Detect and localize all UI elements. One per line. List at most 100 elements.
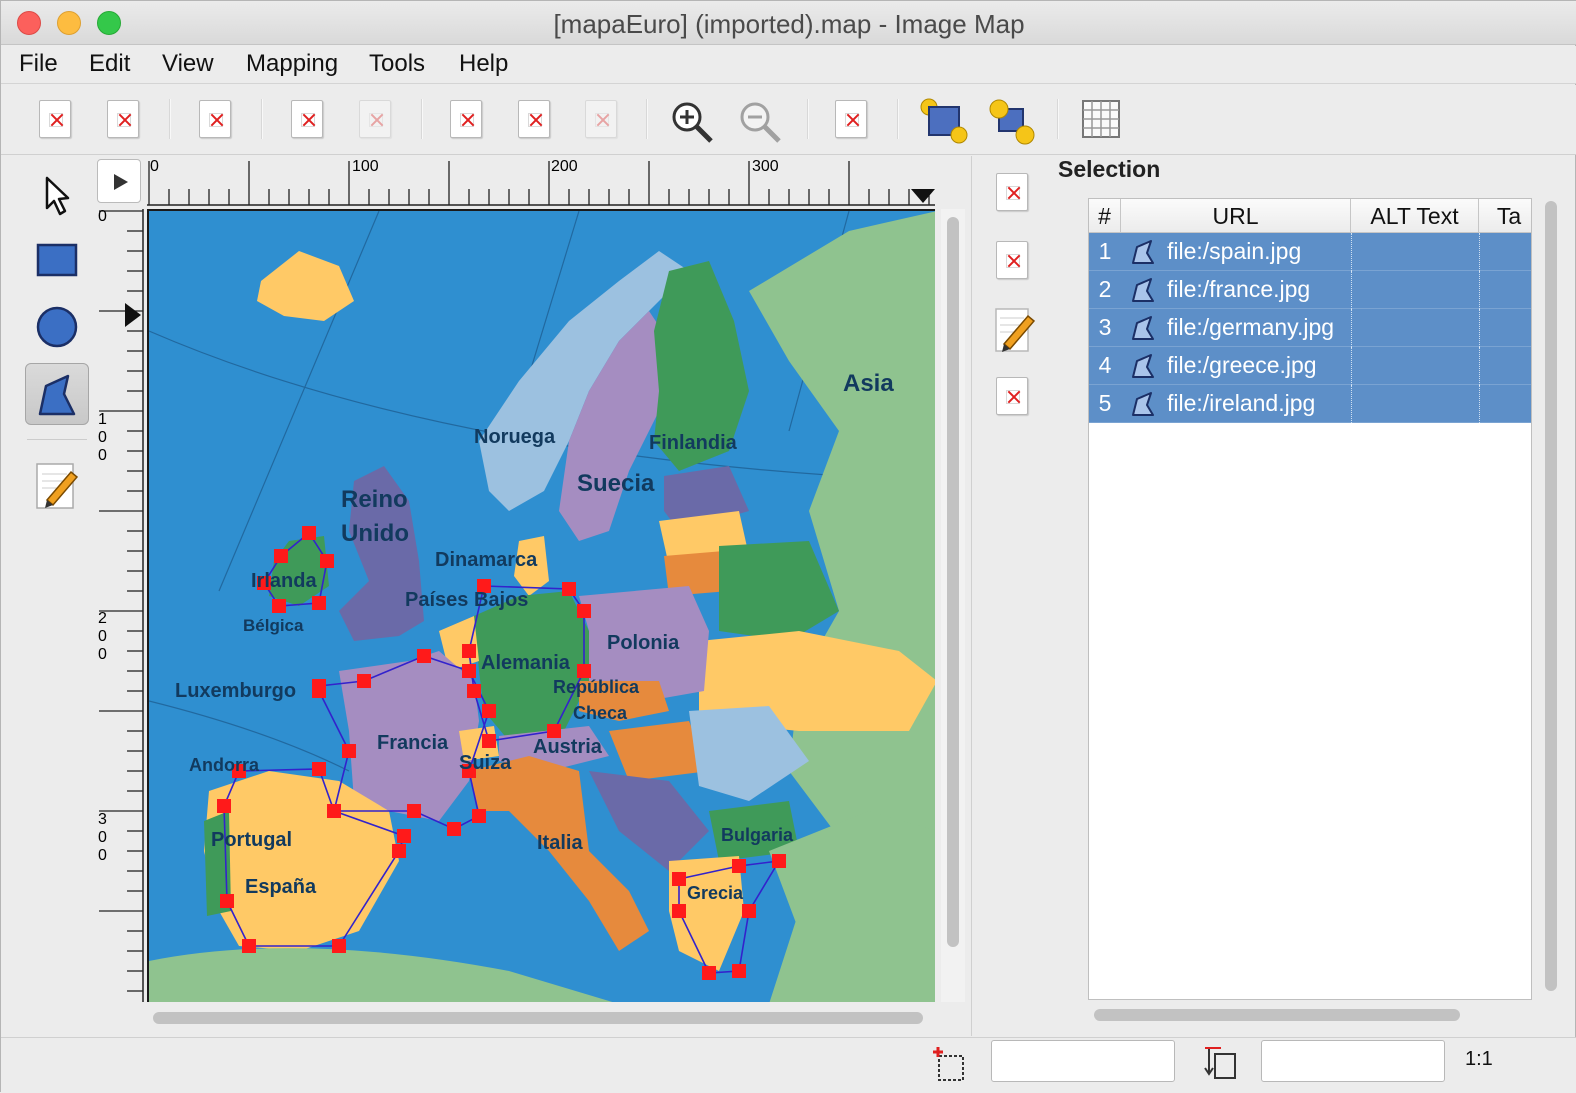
vertex-handle[interactable] xyxy=(462,664,476,678)
redo-button[interactable] xyxy=(512,97,556,141)
toolbar-separator xyxy=(261,99,263,139)
raise-area-button[interactable] xyxy=(919,97,968,144)
map-label-noruega: Noruega xyxy=(474,426,556,448)
menu-view[interactable]: View xyxy=(162,50,214,78)
scroll-thumb[interactable] xyxy=(947,217,959,947)
vertex-handle[interactable] xyxy=(272,599,286,613)
map-canvas[interactable]: Asia Noruega Finlandia Suecia Reino Unid… xyxy=(147,209,935,1002)
vertex-handle[interactable] xyxy=(312,596,326,610)
vertex-handle[interactable] xyxy=(462,644,476,658)
add-area-button[interactable] xyxy=(990,170,1030,218)
row-alt-text xyxy=(1353,385,1477,423)
table-row[interactable]: 4 file:/greece.jpg xyxy=(1089,347,1531,385)
column-number[interactable]: # xyxy=(1089,199,1121,233)
vertex-handle[interactable] xyxy=(417,649,431,663)
table-row[interactable]: 3 file:/germany.jpg xyxy=(1089,309,1531,347)
vertex-handle[interactable] xyxy=(312,762,326,776)
table-row[interactable]: 1 file:/spain.jpg xyxy=(1089,233,1531,271)
vertex-handle[interactable] xyxy=(482,734,496,748)
grid-button[interactable] xyxy=(1079,97,1123,141)
column-alt-text[interactable]: ALT Text xyxy=(1351,199,1479,233)
zoom-out-icon xyxy=(740,102,781,143)
vertex-handle[interactable] xyxy=(482,704,496,718)
column-target[interactable]: Ta xyxy=(1479,199,1531,233)
canvas-horizontal-scrollbar[interactable] xyxy=(147,1007,935,1029)
toolbar-separator xyxy=(807,99,809,139)
vertex-handle[interactable] xyxy=(332,939,346,953)
vertex-handle[interactable] xyxy=(702,966,716,980)
vertex-handle[interactable] xyxy=(407,804,421,818)
window-title: [mapaEuro] (imported).map - Image Map xyxy=(553,9,1025,39)
remove-area-button[interactable] xyxy=(990,238,1030,286)
vertex-handle[interactable] xyxy=(672,872,686,886)
scroll-thumb[interactable] xyxy=(153,1012,923,1024)
vertex-handle[interactable] xyxy=(342,744,356,758)
vertex-handle[interactable] xyxy=(392,844,406,858)
vertex-handle[interactable] xyxy=(577,664,591,678)
menu-bar: File Edit View Mapping Tools Help xyxy=(1,46,1576,84)
map-label-luxemburgo: Luxemburgo xyxy=(175,680,296,702)
menu-tools[interactable]: Tools xyxy=(369,50,425,78)
scroll-thumb[interactable] xyxy=(1094,1009,1460,1021)
menu-help[interactable]: Help xyxy=(459,50,508,78)
canvas-vertical-scrollbar[interactable] xyxy=(941,209,965,1002)
vertex-handle[interactable] xyxy=(397,829,411,843)
vertex-handle[interactable] xyxy=(242,939,256,953)
vertex-handle[interactable] xyxy=(302,526,316,540)
vertex-handle[interactable] xyxy=(327,804,341,818)
vertex-handle[interactable] xyxy=(447,822,461,836)
h-ruler-label-0: 0 xyxy=(150,158,159,175)
vertex-handle[interactable] xyxy=(312,684,326,698)
table-horizontal-scrollbar[interactable] xyxy=(1088,1004,1532,1026)
rectangle-tool-button[interactable] xyxy=(25,230,89,292)
vertex-handle[interactable] xyxy=(217,799,231,813)
edit-area-button[interactable] xyxy=(990,306,1036,354)
table-row[interactable]: 5 file:/ireland.jpg xyxy=(1089,385,1531,423)
scroll-thumb[interactable] xyxy=(1545,201,1557,991)
vertex-handle[interactable] xyxy=(732,964,746,978)
vertex-handle[interactable] xyxy=(672,904,686,918)
menu-file[interactable]: File xyxy=(19,50,58,78)
save-button[interactable] xyxy=(193,97,237,141)
undo-button[interactable] xyxy=(444,97,488,141)
menu-edit[interactable]: Edit xyxy=(89,50,130,78)
vertex-handle[interactable] xyxy=(220,894,234,908)
ruler-corner-button[interactable] xyxy=(97,159,141,203)
vertex-handle[interactable] xyxy=(732,859,746,873)
delete-area-button[interactable] xyxy=(990,374,1030,422)
polygon-tool-button[interactable] xyxy=(25,363,89,425)
h-ruler-label-300: 300 xyxy=(752,158,779,175)
vertex-handle[interactable] xyxy=(742,904,756,918)
arrow-tool-button[interactable] xyxy=(25,164,89,226)
vertex-handle[interactable] xyxy=(562,582,576,596)
disabled-button-2[interactable] xyxy=(579,97,623,141)
row-alt-text xyxy=(1353,309,1477,347)
panel-vertical-scrollbar[interactable] xyxy=(1541,201,1561,1021)
edit-map-info-button[interactable] xyxy=(829,97,873,141)
circle-tool-button[interactable] xyxy=(25,296,89,358)
preferences-button[interactable] xyxy=(285,97,329,141)
zoom-out-button[interactable] xyxy=(735,97,781,143)
vertex-handle[interactable] xyxy=(357,674,371,688)
lower-area-button[interactable] xyxy=(987,97,1035,145)
map-label-finlandia: Finlandia xyxy=(649,432,738,454)
map-label-paises-bajos: Países Bajos xyxy=(405,589,528,611)
vertex-handle[interactable] xyxy=(772,854,786,868)
vertex-handle[interactable] xyxy=(274,549,288,563)
disabled-button-1[interactable] xyxy=(353,97,397,141)
edit-tool-button[interactable] xyxy=(25,456,89,518)
arrow-pointer-icon xyxy=(45,176,70,216)
column-url[interactable]: URL xyxy=(1121,199,1351,233)
vertex-handle[interactable] xyxy=(472,809,486,823)
new-button[interactable] xyxy=(33,97,77,141)
zoom-in-button[interactable] xyxy=(667,97,713,143)
menu-mapping[interactable]: Mapping xyxy=(246,50,338,78)
cell-divider xyxy=(1479,233,1480,271)
vertex-handle[interactable] xyxy=(467,684,481,698)
open-button[interactable] xyxy=(101,97,145,141)
map-label-reino: Reino xyxy=(341,486,408,513)
vertex-handle[interactable] xyxy=(577,604,591,618)
vertex-handle[interactable] xyxy=(320,554,334,568)
table-row[interactable]: 2 file:/france.jpg xyxy=(1089,271,1531,309)
row-number: 2 xyxy=(1098,276,1112,302)
